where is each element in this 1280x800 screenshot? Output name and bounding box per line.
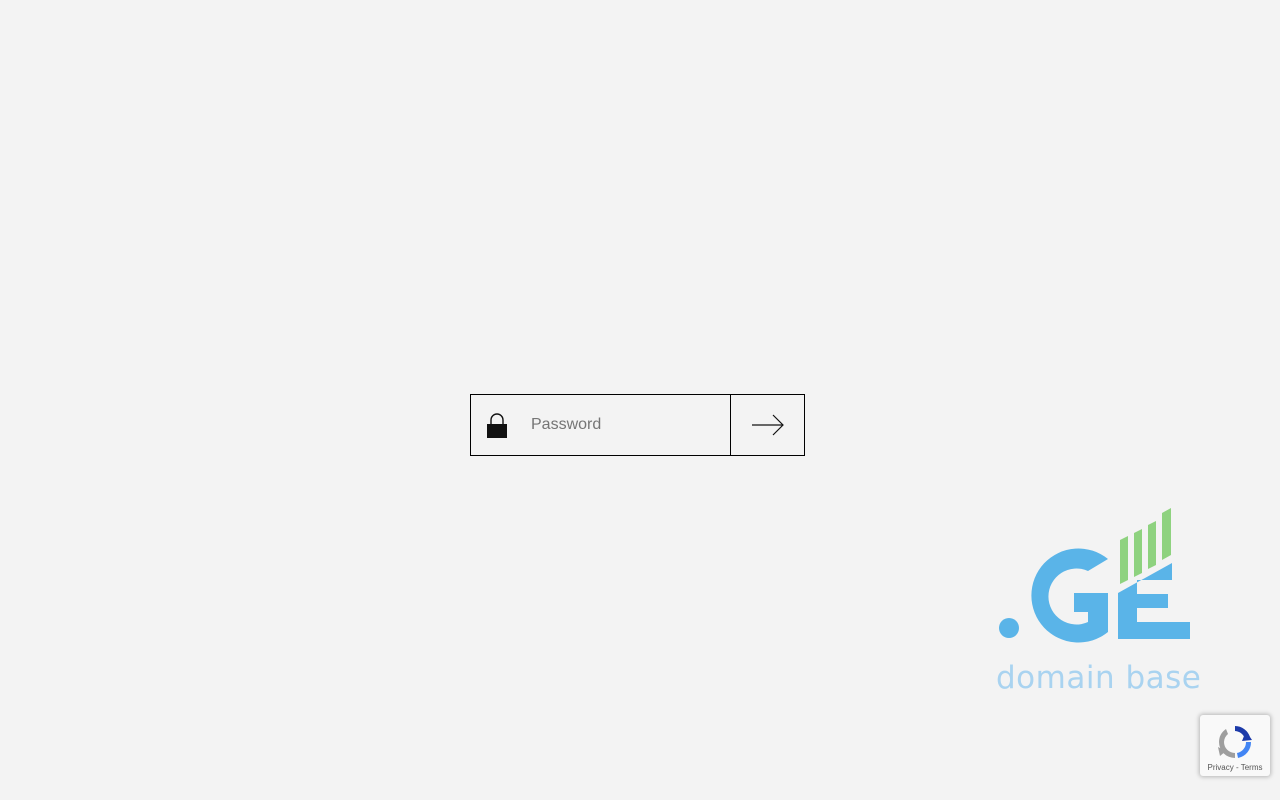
link-separator: -: [1233, 763, 1241, 772]
lock-icon: [487, 413, 507, 438]
login-page: domain base Privacy - Terms: [0, 0, 1280, 800]
password-input[interactable]: [521, 395, 721, 455]
privacy-link[interactable]: Privacy: [1208, 763, 1234, 772]
brand-tagline: domain base: [996, 660, 1202, 696]
terms-link[interactable]: Terms: [1241, 763, 1263, 772]
submit-button[interactable]: [730, 394, 805, 456]
login-form: [470, 394, 805, 456]
recaptcha-icon: [1218, 726, 1252, 758]
recaptcha-links: Privacy - Terms: [1200, 763, 1270, 772]
password-box: [470, 394, 731, 456]
recaptcha-badge[interactable]: Privacy - Terms: [1200, 715, 1270, 776]
arrow-right-icon: [751, 414, 784, 436]
